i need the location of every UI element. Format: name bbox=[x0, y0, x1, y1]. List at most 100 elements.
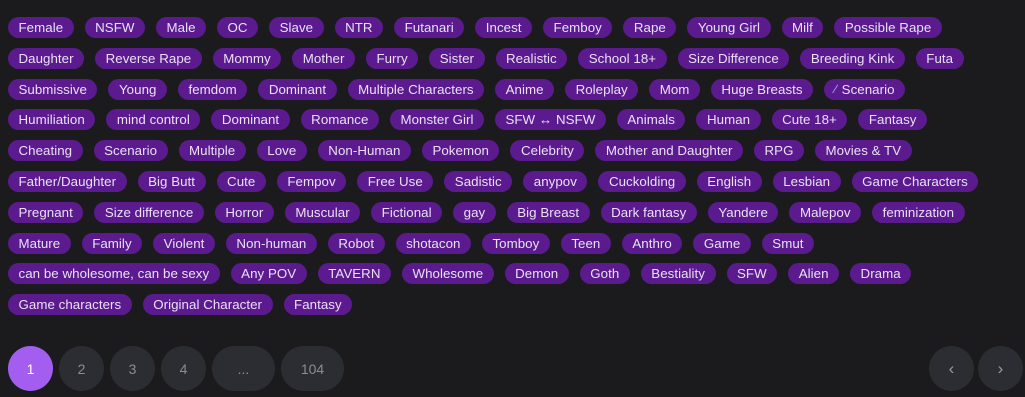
tag-chip[interactable]: Multiple bbox=[178, 140, 246, 162]
tag-chip[interactable]: Mother and Daughter bbox=[595, 140, 743, 162]
tag-chip[interactable]: Father/Daughter bbox=[8, 170, 127, 192]
tag-chip[interactable]: Muscular bbox=[284, 201, 361, 223]
tag-chip[interactable]: Movies & TV bbox=[814, 140, 912, 162]
tag-chip[interactable]: Realistic bbox=[495, 47, 568, 69]
tag-chip[interactable]: Game Characters bbox=[851, 170, 979, 192]
tag-chip[interactable]: Horror bbox=[214, 201, 274, 223]
tag-chip[interactable]: Fictional bbox=[371, 201, 443, 223]
tag-chip[interactable]: Female bbox=[8, 17, 74, 38]
tag-chip[interactable]: Pregnant bbox=[8, 201, 84, 223]
tag-chip[interactable]: mind control bbox=[106, 109, 201, 131]
tag-chip[interactable]: can be wholesome, can be sexy bbox=[8, 263, 220, 285]
tag-chip[interactable]: Rape bbox=[623, 17, 677, 38]
tag-chip[interactable]: NTR bbox=[334, 17, 384, 38]
tag-chip[interactable]: feminization bbox=[872, 201, 965, 223]
tag-chip[interactable]: Futa bbox=[915, 47, 964, 69]
tag-chip[interactable]: Dominant bbox=[258, 78, 337, 100]
tag-chip[interactable]: Young Girl bbox=[687, 17, 771, 38]
tag-chip[interactable]: RPG bbox=[754, 140, 804, 162]
tag-chip[interactable]: Young bbox=[108, 78, 167, 100]
tag-chip[interactable]: Teen bbox=[560, 232, 611, 254]
tag-chip[interactable]: Wholesome bbox=[401, 263, 494, 285]
tag-chip[interactable]: Humiliation bbox=[8, 109, 96, 131]
tag-chip[interactable]: English bbox=[696, 170, 762, 192]
tag-chip[interactable]: Non-Human bbox=[317, 140, 411, 162]
tag-chip[interactable]: Non-human bbox=[225, 232, 317, 254]
page-button[interactable]: 4 bbox=[161, 346, 206, 391]
tag-chip[interactable]: Animals bbox=[616, 109, 686, 131]
tag-chip[interactable]: Cute bbox=[216, 170, 266, 192]
tag-chip[interactable]: Robot bbox=[327, 232, 385, 254]
tag-chip[interactable]: Huge Breasts bbox=[710, 78, 814, 100]
tag-chip[interactable]: Fantasy bbox=[283, 294, 353, 316]
tag-chip[interactable]: anypov bbox=[523, 170, 588, 192]
tag-chip[interactable]: Mature bbox=[8, 232, 71, 254]
tag-chip[interactable]: Game bbox=[693, 232, 751, 254]
tag-chip[interactable]: SFW ↔ NSFW bbox=[494, 109, 606, 131]
tag-chip[interactable]: Violent bbox=[153, 232, 215, 254]
tag-chip[interactable]: Smut bbox=[761, 232, 815, 254]
tag-chip[interactable]: Sadistic bbox=[444, 170, 513, 192]
tag-chip[interactable]: Femboy bbox=[543, 17, 613, 38]
tag-chip[interactable]: Drama bbox=[850, 263, 912, 285]
tag-chip[interactable]: Milf bbox=[781, 17, 824, 38]
tag-chip[interactable]: Size difference bbox=[94, 201, 204, 223]
tag-chip[interactable]: Furry bbox=[365, 47, 419, 69]
tag-chip[interactable]: Mommy bbox=[212, 47, 282, 69]
tag-chip[interactable]: School 18+ bbox=[578, 47, 667, 69]
tag-chip[interactable]: Family bbox=[81, 232, 143, 254]
tag-chip[interactable]: Game characters bbox=[8, 294, 132, 316]
page-button[interactable]: 104 bbox=[281, 346, 344, 391]
tag-chip[interactable]: Roleplay bbox=[565, 78, 639, 100]
tag-chip[interactable]: Cuckolding bbox=[598, 170, 686, 192]
tag-chip[interactable]: Pokemon bbox=[421, 140, 500, 162]
tag-chip[interactable]: Dark fantasy bbox=[600, 201, 697, 223]
prev-page-button[interactable]: ‹ bbox=[929, 346, 974, 391]
tag-chip[interactable]: gay bbox=[453, 201, 496, 223]
tag-chip[interactable]: Futanari bbox=[394, 17, 465, 38]
tag-chip[interactable]: Any POV bbox=[230, 263, 307, 285]
tag-chip[interactable]: Fantasy bbox=[858, 109, 928, 131]
tag-chip[interactable]: Submissive bbox=[8, 78, 98, 100]
tag-chip[interactable]: Big Butt bbox=[137, 170, 206, 192]
tag-chip[interactable]: Love bbox=[256, 140, 307, 162]
tag-chip[interactable]: Slave bbox=[269, 17, 324, 38]
tag-chip[interactable]: Fempov bbox=[276, 170, 347, 192]
tag-chip[interactable]: Breeding Kink bbox=[800, 47, 905, 69]
tag-chip[interactable]: ∕ Scenario bbox=[824, 78, 906, 100]
tag-chip[interactable]: SFW bbox=[726, 263, 778, 285]
next-page-button[interactable]: › bbox=[978, 346, 1023, 391]
page-button[interactable]: 2 bbox=[59, 346, 104, 391]
tag-chip[interactable]: Reverse Rape bbox=[95, 47, 202, 69]
tag-chip[interactable]: Cheating bbox=[8, 140, 83, 162]
tag-chip[interactable]: Possible Rape bbox=[834, 17, 942, 38]
tag-chip[interactable]: Mom bbox=[649, 78, 700, 100]
tag-chip[interactable]: Goth bbox=[579, 263, 630, 285]
tag-chip[interactable]: Monster Girl bbox=[389, 109, 484, 131]
tag-chip[interactable]: Scenario bbox=[93, 140, 168, 162]
tag-chip[interactable]: Dominant bbox=[211, 109, 290, 131]
tag-chip[interactable]: Bestiality bbox=[640, 263, 716, 285]
tag-chip[interactable]: NSFW bbox=[84, 17, 145, 38]
tag-chip[interactable]: Human bbox=[696, 109, 761, 131]
tag-chip[interactable]: Original Character bbox=[142, 294, 273, 316]
tag-chip[interactable]: TAVERN bbox=[317, 263, 391, 285]
tag-chip[interactable]: OC bbox=[217, 17, 259, 38]
tag-chip[interactable]: femdom bbox=[177, 78, 248, 100]
tag-chip[interactable]: shotacon bbox=[395, 232, 471, 254]
tag-chip[interactable]: Cute 18+ bbox=[771, 109, 848, 131]
page-button[interactable]: 3 bbox=[110, 346, 155, 391]
tag-chip[interactable]: Alien bbox=[788, 263, 840, 285]
tag-chip[interactable]: Multiple Characters bbox=[347, 78, 485, 100]
tag-chip[interactable]: Mother bbox=[292, 47, 355, 69]
tag-chip[interactable]: Big Breast bbox=[506, 201, 590, 223]
tag-chip[interactable]: Daughter bbox=[8, 47, 85, 69]
tag-chip[interactable]: Anime bbox=[495, 78, 555, 100]
tag-chip[interactable]: Romance bbox=[300, 109, 379, 131]
tag-chip[interactable]: Demon bbox=[504, 263, 569, 285]
tag-chip[interactable]: Free Use bbox=[357, 170, 434, 192]
tag-chip[interactable]: Tomboy bbox=[481, 232, 550, 254]
tag-chip[interactable]: Anthro bbox=[621, 232, 683, 254]
page-button[interactable]: 1 bbox=[8, 346, 53, 391]
tag-chip[interactable]: Incest bbox=[475, 17, 533, 38]
